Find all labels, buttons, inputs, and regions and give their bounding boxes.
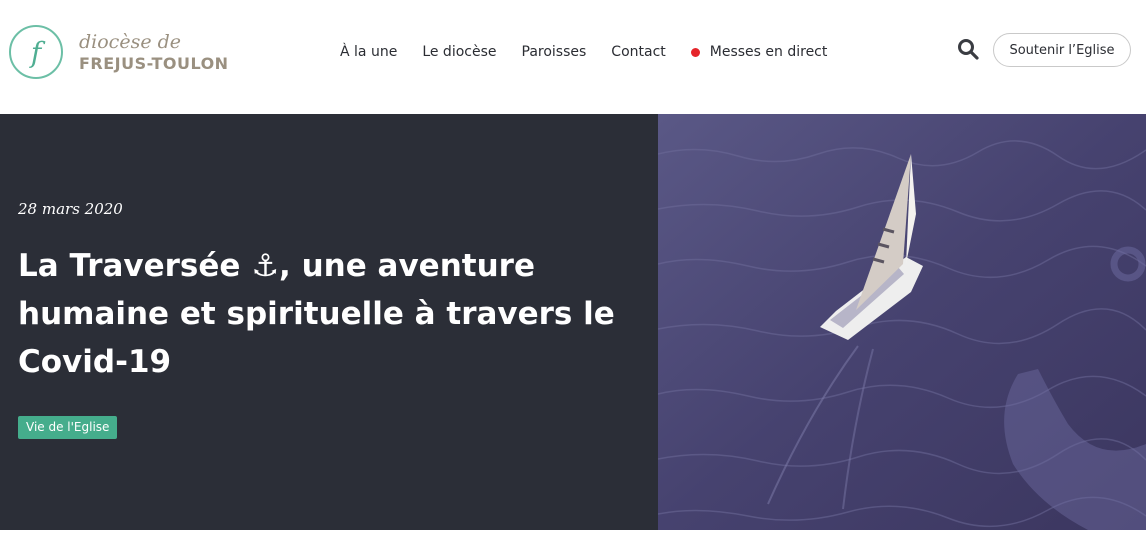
nav-item-a-la-une[interactable]: À la une [340,44,397,60]
support-church-button[interactable]: Soutenir l’Eglise [993,33,1131,67]
hero-panel: 28 mars 2020 La Traversée ⚓, une aventur… [0,114,658,530]
article-title[interactable]: La Traversée ⚓, une aventure humaine et … [18,242,628,386]
nav-item-contact[interactable]: Contact [611,44,665,60]
hero-image[interactable] [658,114,1146,530]
page-footer-strip [0,530,1146,555]
live-label: Messes en direct [709,44,828,60]
category-tag[interactable]: Vie de l'Eglise [18,416,118,439]
logo-line-1: diocèse de [79,30,182,53]
site-logo[interactable]: f diocèse de FREJUS-TOULON [9,25,229,79]
nav-item-messes-en-direct[interactable]: Messes en direct [690,44,828,60]
article-date: 28 mars 2020 [18,200,123,218]
nav-item-paroisses[interactable]: Paroisses [522,44,587,60]
logo-line-2: FREJUS-TOULON [79,53,229,73]
sailboat-photo [658,114,1146,530]
nav-item-le-diocese[interactable]: Le diocèse [422,44,496,60]
logo-mark: f [9,25,63,79]
live-indicator-icon [690,47,700,57]
search-icon[interactable] [957,38,979,60]
main-nav: À la une Le diocèse Paroisses Contact Me… [340,44,852,60]
site-header: f diocèse de FREJUS-TOULON À la une Le d… [0,0,1146,114]
